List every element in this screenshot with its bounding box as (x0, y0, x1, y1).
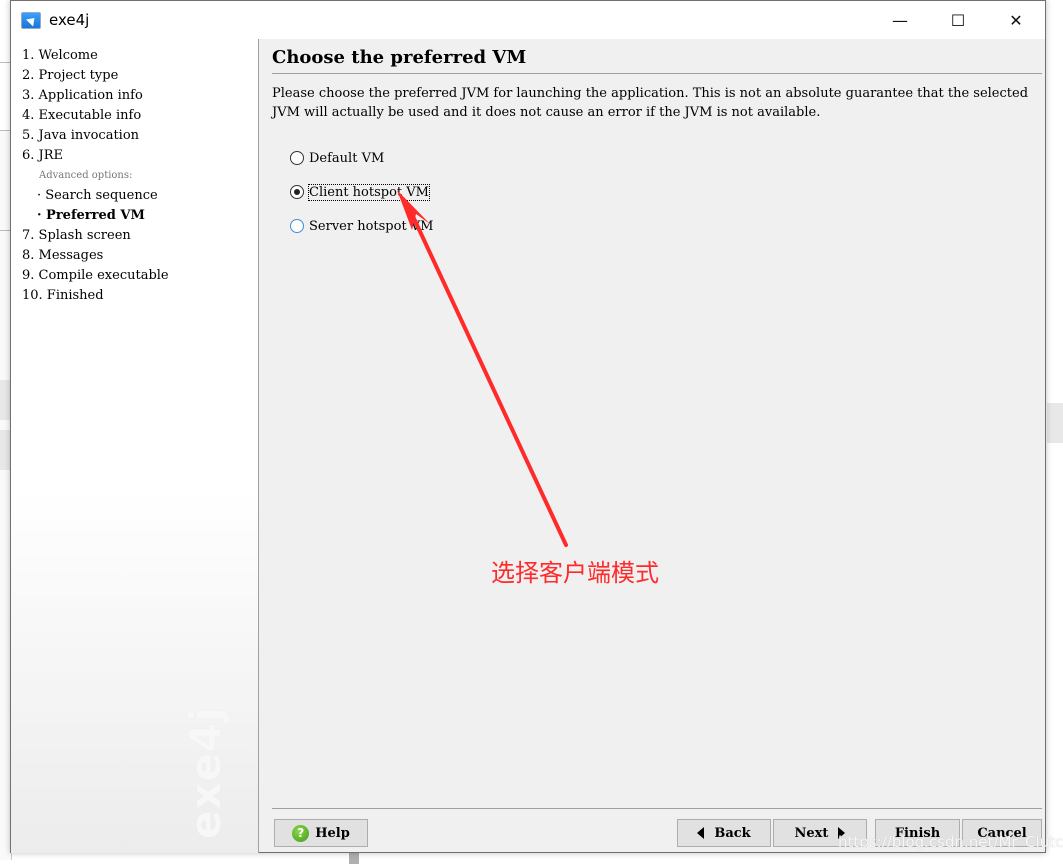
wizard-steps-sidebar: 1. Welcome 2. Project type 3. Applicatio… (11, 39, 259, 853)
main-panel: Choose the preferred VM Please choose th… (260, 39, 1045, 853)
back-button-label: Back (714, 825, 751, 841)
exe4j-window: exe4j — ☐ ✕ 1. Welcome 2. Project type 3… (10, 0, 1046, 853)
radio-label: Server hotspot VM (309, 218, 434, 234)
back-button[interactable]: Back (677, 819, 771, 847)
url-watermark: https://blog.csdn.net/Mr_Clutch (838, 833, 1063, 851)
page-title: Choose the preferred VM (272, 47, 527, 68)
step-java-invocation[interactable]: 5. Java invocation (22, 128, 139, 144)
window-controls: — ☐ ✕ (871, 1, 1045, 39)
exe4j-app-icon (21, 11, 41, 29)
exe4j-logo-watermark: exe4j (181, 706, 230, 839)
arrow-left-icon (697, 827, 705, 839)
radio-label: Client hotspot VM (308, 183, 430, 201)
page-description: Please choose the preferred JVM for laun… (272, 86, 1029, 120)
step-project-type[interactable]: 2. Project type (22, 68, 118, 84)
title-divider (272, 73, 1042, 74)
step-welcome[interactable]: 1. Welcome (22, 48, 98, 64)
radio-button-unchecked[interactable] (290, 151, 304, 165)
help-button-label: Help (315, 825, 350, 841)
background-block (349, 853, 359, 864)
step-messages[interactable]: 8. Messages (22, 248, 103, 264)
help-button[interactable]: ? Help (274, 819, 368, 847)
radio-server-hotspot-vm[interactable]: Server hotspot VM (290, 216, 434, 236)
minimize-icon: — (892, 10, 908, 30)
step-finished[interactable]: 10. Finished (22, 288, 104, 304)
close-icon: ✕ (1009, 10, 1023, 30)
radio-default-vm[interactable]: Default VM (290, 148, 384, 168)
annotation-label: 选择客户端模式 (491, 559, 659, 587)
step-application-info[interactable]: 3. Application info (22, 88, 143, 104)
step-compile-executable[interactable]: 9. Compile executable (22, 268, 169, 284)
advanced-options-label: Advanced options: (39, 170, 133, 181)
radio-label: Default VM (309, 150, 385, 166)
background-block (1047, 403, 1063, 443)
radio-button-unchecked[interactable] (290, 219, 304, 233)
title-bar[interactable]: exe4j — ☐ ✕ (11, 1, 1045, 39)
next-button-label: Next (794, 825, 829, 841)
radio-button-checked[interactable] (290, 185, 304, 199)
help-question-icon: ? (292, 824, 310, 842)
step-search-sequence[interactable]: · Search sequence (37, 188, 158, 204)
footer-divider (272, 808, 1042, 809)
step-jre[interactable]: 6. JRE (22, 148, 63, 164)
maximize-button[interactable]: ☐ (929, 1, 987, 39)
minimize-button[interactable]: — (871, 1, 929, 39)
close-button[interactable]: ✕ (987, 1, 1045, 39)
maximize-icon: ☐ (950, 10, 966, 30)
step-executable-info[interactable]: 4. Executable info (22, 108, 141, 124)
radio-client-hotspot-vm[interactable]: Client hotspot VM (290, 182, 430, 202)
window-title: exe4j (49, 11, 90, 29)
step-splash-screen[interactable]: 7. Splash screen (22, 228, 131, 244)
step-preferred-vm[interactable]: · Preferred VM (37, 208, 145, 224)
